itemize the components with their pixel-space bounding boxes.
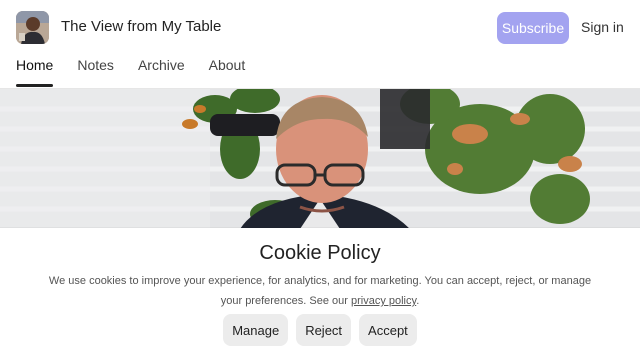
nav-archive[interactable]: Archive (138, 57, 185, 87)
privacy-policy-link[interactable]: privacy policy (351, 295, 416, 307)
site-header: The View from My Table Subscribe Sign in… (0, 0, 640, 88)
cookie-actions: Manage Reject Accept (0, 314, 640, 346)
nav-notes[interactable]: Notes (77, 57, 114, 87)
cookie-text-main: We use cookies to improve your experienc… (48, 275, 592, 307)
sign-in-link[interactable]: Sign in (581, 19, 624, 35)
cookie-banner: Cookie Policy We use cookies to improve … (0, 228, 640, 360)
publication-title[interactable]: The View from My Table (61, 18, 221, 35)
hero-photo (0, 89, 640, 229)
cookie-description: We use cookies to improve your experienc… (40, 271, 600, 311)
main-nav: Home Notes Archive About (16, 57, 245, 87)
cookie-text-end: . (416, 295, 420, 307)
nav-home[interactable]: Home (16, 57, 54, 87)
hero-image (0, 89, 640, 229)
cookie-title: Cookie Policy (259, 242, 381, 264)
reject-button[interactable]: Reject (296, 314, 352, 346)
nav-about[interactable]: About (209, 57, 246, 87)
publication-avatar[interactable] (16, 11, 49, 44)
subscribe-button[interactable]: Subscribe (497, 12, 569, 44)
avatar-image (16, 11, 49, 44)
accept-button[interactable]: Accept (359, 314, 417, 346)
manage-button[interactable]: Manage (223, 314, 289, 346)
